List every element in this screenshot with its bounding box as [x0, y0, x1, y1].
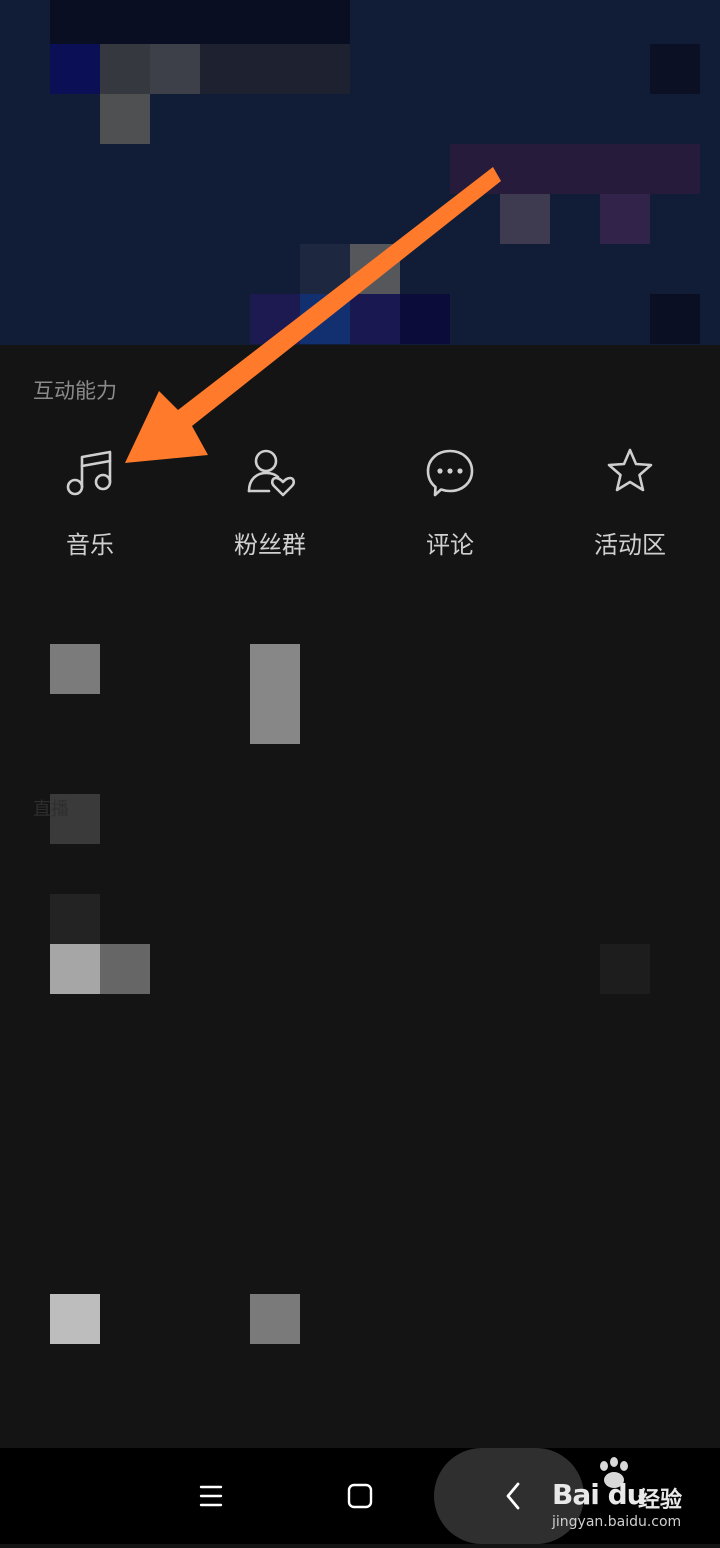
music-note-icon — [65, 445, 115, 501]
system-navigation-bar: Bai du 经验 jingyan.baidu.com — [0, 1448, 720, 1544]
watermark-brand: Bai du — [552, 1478, 647, 1511]
obscured-block — [100, 944, 150, 994]
watermark-url: jingyan.baidu.com — [552, 1514, 682, 1530]
faint-obscured-text: 直播 — [33, 799, 69, 820]
home-square-icon[interactable] — [330, 1468, 390, 1524]
obscured-block — [50, 944, 100, 994]
obscured-block — [250, 644, 300, 744]
obscured-block — [250, 1294, 300, 1344]
feature-comment[interactable]: 评论 — [360, 445, 540, 565]
feature-fan-group[interactable]: 粉丝群 — [180, 445, 360, 565]
watermark-name: 经验 — [638, 1488, 683, 1513]
feature-music[interactable]: 音乐 — [0, 445, 180, 565]
baidu-jingyan-watermark: Bai du 经验 jingyan.baidu.com — [548, 1456, 718, 1536]
obscured-block — [50, 894, 100, 944]
feature-comment-label: 评论 — [426, 531, 474, 559]
blurred-background-image — [0, 0, 720, 345]
feature-fan-group-label: 粉丝群 — [234, 531, 306, 559]
obscured-block — [50, 1294, 100, 1344]
fan-group-icon — [245, 445, 296, 501]
feature-music-label: 音乐 — [66, 531, 114, 559]
feature-activity-area-label: 活动区 — [594, 531, 666, 559]
interaction-panel: 互动能力 音乐 粉丝群 评论 活动区 直播 — [0, 345, 720, 1448]
obscured-block — [600, 944, 650, 994]
obscured-block — [50, 644, 100, 694]
feature-activity-area[interactable]: 活动区 — [540, 445, 720, 565]
section-title: 互动能力 — [33, 379, 117, 403]
comment-bubble-icon — [425, 445, 475, 501]
star-icon — [605, 445, 655, 501]
menu-icon[interactable] — [181, 1468, 241, 1524]
